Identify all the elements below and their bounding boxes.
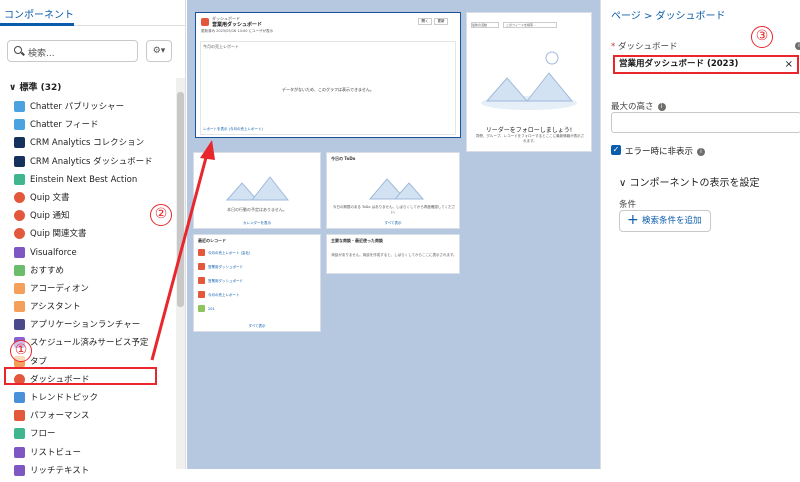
add-filter-label: 検索条件を追加: [642, 216, 702, 226]
annotation-2: ②: [150, 204, 172, 226]
condition-label: 条件: [619, 200, 637, 210]
breadcrumb-text[interactable]: ページ > ダッシュボード: [611, 11, 726, 22]
add-filter-button[interactable]: + 検索条件を追加: [619, 210, 711, 232]
visibility-section-label: コンポーネントの表示を設定: [629, 178, 760, 189]
annotation-3: ③: [751, 26, 773, 48]
max-height-label-text: 最大の高さ: [611, 102, 654, 112]
dashboard-selected-value: 営業用ダッシュボード (2023): [619, 59, 739, 69]
plus-icon: +: [627, 212, 639, 228]
properties-panel: ページ > ダッシュボード * ダッシュボード i 営業用ダッシュボード (20…: [600, 0, 800, 469]
hide-error-info-icon[interactable]: i: [697, 147, 706, 156]
dashboard-select-field[interactable]: 営業用ダッシュボード (2023) ×: [613, 55, 799, 74]
hide-on-error-text: エラー時に非表示: [625, 147, 694, 157]
dashboard-field-label: * ダッシュボード: [611, 42, 678, 52]
max-height-label: 最大の高さ i: [611, 100, 666, 112]
max-height-input[interactable]: [611, 112, 800, 133]
visibility-section-header[interactable]: ∨ コンポーネントの表示を設定: [619, 174, 760, 189]
breadcrumb[interactable]: ページ > ダッシュボード: [611, 7, 726, 22]
dashboard-info-icon[interactable]: i: [791, 41, 800, 51]
annotation-1: ①: [10, 340, 32, 362]
hide-on-error-checkbox[interactable]: ✓: [611, 145, 621, 155]
hide-on-error-label: エラー時に非表示 i: [625, 145, 706, 157]
dashboard-label-text: ダッシュボード: [617, 42, 678, 52]
height-info-icon[interactable]: i: [657, 102, 666, 111]
clear-icon[interactable]: ×: [785, 57, 793, 72]
